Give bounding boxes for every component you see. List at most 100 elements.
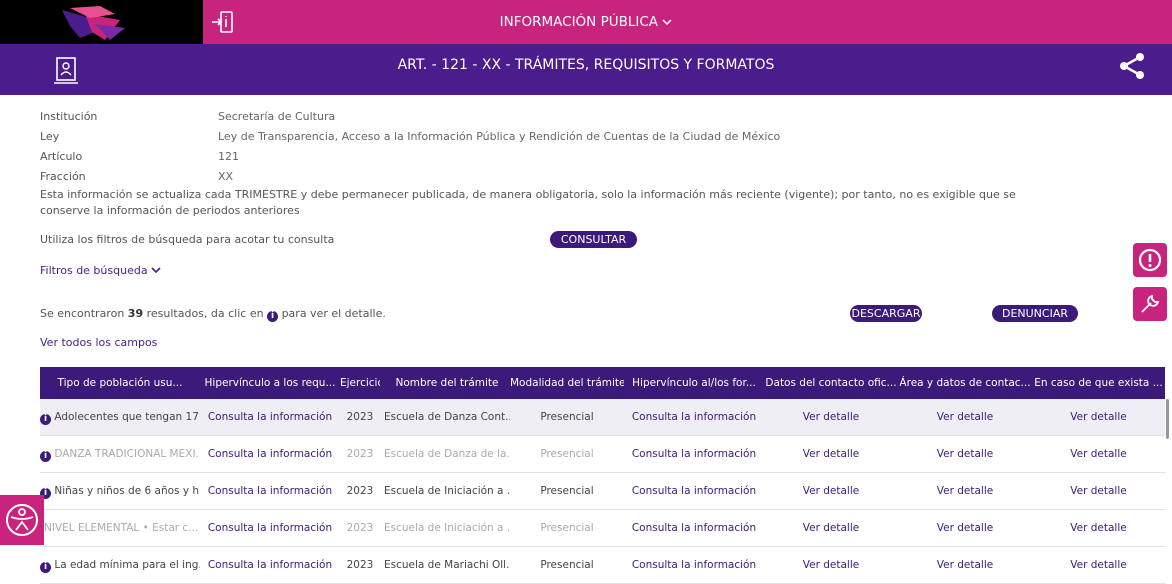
consult-link[interactable]: Consulta la información (632, 448, 756, 460)
detail-link[interactable]: Ver detalle (803, 448, 859, 460)
column-header[interactable]: Ejercicio (340, 367, 380, 399)
all-fields-link[interactable]: Ver todos los campos (40, 336, 157, 349)
table-scrollbar[interactable] (1166, 399, 1169, 439)
consult-button[interactable]: CONSULTAR (550, 231, 637, 248)
column-header[interactable]: Nombre del trámite (384, 367, 510, 399)
table-row[interactable]: i DANZA TRADICIONAL MEXI... Consulta la … (40, 436, 1165, 473)
cell-link[interactable]: Consulta la información (200, 547, 340, 583)
detail-link[interactable]: Ver detalle (1070, 485, 1126, 497)
cell-mode: Presencial (540, 522, 594, 534)
cell-mode: Presencial (540, 559, 594, 571)
results-suffix: para ver el detalle. (281, 307, 386, 320)
cell-link[interactable]: Consulta la información (200, 510, 340, 546)
cell-detail[interactable]: Ver detalle (764, 473, 898, 509)
table-row[interactable]: NIVEL ELEMENTAL • Estar c... Consulta la… (40, 510, 1165, 547)
table-row[interactable]: i Niñas y niños de 6 años y h... Consult… (40, 473, 1165, 510)
results-prefix: Se encontraron (40, 307, 125, 320)
chevron-down-icon (662, 14, 672, 30)
info-value: Ley de Transparencia, Acceso a la Inform… (218, 130, 781, 143)
cell-detail[interactable]: Ver detalle (764, 436, 898, 472)
cell-detail[interactable]: Ver detalle (764, 399, 898, 435)
cell-text: NIVEL ELEMENTAL • Estar c... (44, 522, 199, 534)
detail-link[interactable]: Ver detalle (1070, 411, 1126, 423)
column-header[interactable]: En caso de que exista ... (1032, 367, 1165, 399)
alert-icon[interactable] (1133, 243, 1167, 277)
column-header[interactable]: Hipervínculo al/los for... (624, 367, 764, 399)
consult-link[interactable]: Consulta la información (632, 485, 756, 497)
detail-link[interactable]: Ver detalle (1070, 559, 1126, 571)
cell-year: 2023 (346, 559, 374, 571)
cell-mode: Presencial (540, 411, 594, 423)
filters-toggle[interactable]: Filtros de búsqueda (40, 264, 161, 277)
consult-link[interactable]: Consulta la información (632, 559, 756, 571)
column-header[interactable]: Hipervínculo a los requ... (200, 367, 340, 399)
table-header: Tipo de población usu... Hipervínculo a … (40, 367, 1165, 399)
detail-link[interactable]: Ver detalle (937, 485, 993, 497)
table-row[interactable]: i La edad mínima para el ing... Consulta… (40, 547, 1165, 584)
report-button[interactable]: DENUNCIAR (992, 305, 1078, 322)
section-dropdown[interactable]: INFORMACIÓN PÚBLICA (0, 0, 1172, 44)
cell-year: 2023 (346, 485, 374, 497)
info-icon[interactable]: i (40, 562, 51, 573)
cell-link[interactable]: Consulta la información (200, 399, 340, 435)
table-row[interactable]: i Adolecentes que tengan 17... Consulta … (40, 399, 1165, 436)
cell-detail[interactable]: Ver detalle (1032, 436, 1165, 472)
consult-link[interactable]: Consulta la información (208, 485, 332, 497)
consult-link[interactable]: Consulta la información (208, 411, 332, 423)
info-icon[interactable]: i (40, 414, 51, 425)
detail-link[interactable]: Ver detalle (803, 559, 859, 571)
cell-link[interactable]: Consulta la información (200, 473, 340, 509)
detail-link[interactable]: Ver detalle (937, 559, 993, 571)
cell-procedure: Escuela de Iniciación a ... (384, 485, 510, 497)
consult-link[interactable]: Consulta la información (208, 559, 332, 571)
cell-link[interactable]: Consulta la información (624, 436, 764, 472)
cell-detail[interactable]: Ver detalle (764, 510, 898, 546)
cell-detail[interactable]: Ver detalle (898, 399, 1032, 435)
consult-link[interactable]: Consulta la información (632, 411, 756, 423)
share-icon[interactable] (1118, 52, 1146, 83)
consult-link[interactable]: Consulta la información (208, 522, 332, 534)
cell-detail[interactable]: Ver detalle (898, 436, 1032, 472)
cell-link[interactable]: Consulta la información (624, 399, 764, 435)
detail-link[interactable]: Ver detalle (1070, 448, 1126, 460)
filter-hint: Utiliza los filtros de búsqueda para aco… (40, 233, 335, 246)
detail-link[interactable]: Ver detalle (803, 485, 859, 497)
cell-link[interactable]: Consulta la información (200, 436, 340, 472)
column-header[interactable]: Tipo de población usu... (40, 367, 200, 399)
cell-detail[interactable]: Ver detalle (898, 547, 1032, 583)
detail-link[interactable]: Ver detalle (937, 522, 993, 534)
consult-link[interactable]: Consulta la información (632, 522, 756, 534)
info-label: Artículo (40, 150, 83, 163)
detail-link[interactable]: Ver detalle (803, 522, 859, 534)
cell-detail[interactable]: Ver detalle (764, 547, 898, 583)
cell-link[interactable]: Consulta la información (624, 473, 764, 509)
detail-link[interactable]: Ver detalle (937, 448, 993, 460)
cell-link[interactable]: Consulta la información (624, 510, 764, 546)
column-header[interactable]: Modalidad del trámite (510, 367, 624, 399)
detail-link[interactable]: Ver detalle (1070, 522, 1126, 534)
column-header[interactable]: Datos del contacto ofic... (764, 367, 898, 399)
consult-link[interactable]: Consulta la información (208, 448, 332, 460)
cell-year: 2023 (346, 448, 374, 460)
info-value: 121 (218, 150, 239, 163)
cell-poblacion: NIVEL ELEMENTAL • Estar c... (40, 510, 200, 546)
cell-link[interactable]: Consulta la información (624, 547, 764, 583)
cell-detail[interactable]: Ver detalle (1032, 510, 1165, 546)
cell-detail[interactable]: Ver detalle (1032, 399, 1165, 435)
cell-text: DANZA TRADICIONAL MEXI... (54, 448, 200, 460)
cell-detail[interactable]: Ver detalle (1032, 473, 1165, 509)
chevron-down-icon (151, 264, 161, 277)
cell-detail[interactable]: Ver detalle (898, 510, 1032, 546)
cell-detail[interactable]: Ver detalle (898, 473, 1032, 509)
wrench-icon[interactable] (1133, 287, 1167, 321)
column-header[interactable]: Área y datos de contac... (898, 367, 1032, 399)
detail-link[interactable]: Ver detalle (937, 411, 993, 423)
info-icon[interactable]: i (40, 451, 51, 462)
results-count: 39 (127, 307, 144, 320)
download-button[interactable]: DESCARGAR (850, 305, 922, 322)
accessibility-icon[interactable] (0, 495, 44, 545)
cell-text: Adolecentes que tengan 17... (54, 411, 200, 423)
cell-detail[interactable]: Ver detalle (1032, 547, 1165, 583)
cell-mode: Presencial (540, 448, 594, 460)
detail-link[interactable]: Ver detalle (803, 411, 859, 423)
